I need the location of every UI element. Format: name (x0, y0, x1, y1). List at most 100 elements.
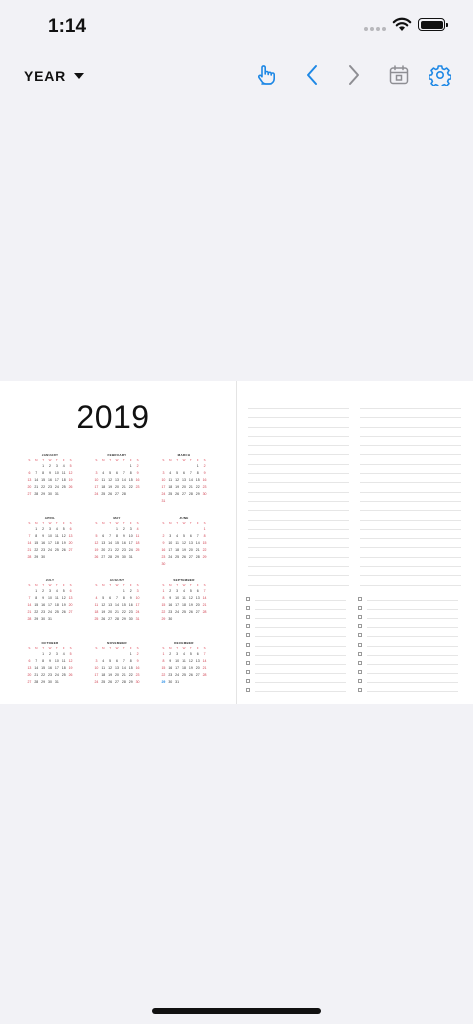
day-cell[interactable]: 15 (114, 540, 121, 547)
checkbox[interactable] (358, 633, 362, 638)
note-line[interactable] (248, 556, 349, 558)
day-cell[interactable]: 5 (187, 588, 194, 595)
day-cell[interactable]: 8 (33, 533, 40, 540)
day-cell[interactable]: 10 (47, 595, 54, 602)
day-cell[interactable]: 4 (134, 526, 141, 533)
day-cell[interactable]: 4 (60, 651, 67, 658)
day-cell[interactable]: 25 (174, 554, 181, 561)
day-cell[interactable]: 17 (93, 484, 100, 491)
day-cell[interactable]: 10 (47, 533, 54, 540)
day-cell[interactable]: 21 (33, 484, 40, 491)
day-cell[interactable]: 7 (194, 533, 201, 540)
day-cell[interactable]: 7 (187, 470, 194, 477)
note-line[interactable] (248, 417, 349, 419)
day-cell[interactable]: 27 (181, 491, 188, 498)
month-january[interactable]: JANUARY S M T W T F S 1 2 3 4 5 6 7 8 9 10 11 12 13 14 15 16 17 1… (26, 453, 74, 498)
day-cell[interactable]: 23 (40, 547, 47, 554)
day-cell[interactable]: 3 (127, 526, 134, 533)
day-cell[interactable]: 12 (67, 470, 74, 477)
day-cell[interactable]: 7 (120, 658, 127, 665)
day-cell[interactable]: 22 (33, 609, 40, 616)
day-cell[interactable]: 26 (107, 679, 114, 686)
day-cell[interactable]: 5 (67, 463, 74, 470)
day-cell[interactable]: 20 (187, 547, 194, 554)
day-cell[interactable]: 8 (127, 658, 134, 665)
day-cell[interactable]: 2 (201, 463, 208, 470)
day-cell[interactable]: 1 (127, 651, 134, 658)
day-cell[interactable]: 18 (100, 484, 107, 491)
day-cell[interactable]: 19 (107, 672, 114, 679)
note-line[interactable] (248, 491, 349, 493)
checkbox[interactable] (246, 688, 250, 693)
note-line[interactable] (248, 408, 349, 409)
note-line[interactable] (248, 463, 349, 465)
day-cell[interactable]: 21 (194, 547, 201, 554)
day-cell[interactable]: 5 (107, 470, 114, 477)
checkbox[interactable] (246, 615, 250, 620)
day-cell[interactable]: 6 (194, 651, 201, 658)
day-cell[interactable]: 10 (93, 477, 100, 484)
day-cell[interactable]: 20 (67, 602, 74, 609)
note-line[interactable] (360, 510, 461, 512)
day-cell[interactable]: 18 (134, 540, 141, 547)
day-cell[interactable]: 30 (47, 679, 54, 686)
day-cell[interactable]: 1 (40, 463, 47, 470)
day-cell[interactable]: 26 (187, 672, 194, 679)
day-cell[interactable]: 9 (160, 540, 167, 547)
day-cell[interactable]: 27 (114, 491, 121, 498)
day-cell[interactable]: 23 (167, 672, 174, 679)
day-cell[interactable]: 13 (107, 602, 114, 609)
day-cell[interactable]: 29 (33, 554, 40, 561)
day-cell[interactable]: 4 (60, 463, 67, 470)
day-cell[interactable]: 22 (160, 672, 167, 679)
day-cell[interactable]: 16 (40, 540, 47, 547)
day-cell[interactable]: 19 (174, 484, 181, 491)
previous-button[interactable] (299, 62, 325, 88)
day-cell[interactable]: 1 (114, 526, 121, 533)
note-line[interactable] (360, 584, 461, 586)
day-cell[interactable]: 9 (201, 470, 208, 477)
note-line[interactable] (360, 566, 461, 568)
day-cell[interactable]: 22 (40, 672, 47, 679)
day-cell[interactable]: 25 (53, 609, 60, 616)
day-cell[interactable]: 27 (100, 554, 107, 561)
day-cell[interactable]: 18 (53, 602, 60, 609)
day-cell[interactable]: 31 (174, 679, 181, 686)
day-cell[interactable]: 10 (53, 470, 60, 477)
day-cell[interactable]: 15 (33, 540, 40, 547)
day-cell[interactable]: 15 (127, 477, 134, 484)
day-cell[interactable]: 4 (53, 526, 60, 533)
day-cell[interactable]: 2 (134, 463, 141, 470)
day-cell[interactable]: 27 (26, 491, 33, 498)
day-cell[interactable]: 22 (127, 672, 134, 679)
day-cell[interactable]: 29 (114, 554, 121, 561)
day-cell[interactable]: 17 (53, 665, 60, 672)
day-cell[interactable]: 6 (114, 470, 121, 477)
day-cell[interactable]: 26 (181, 554, 188, 561)
day-cell[interactable]: 30 (40, 554, 47, 561)
todo-line[interactable] (367, 681, 458, 683)
day-cell[interactable]: 17 (174, 602, 181, 609)
day-cell[interactable]: 17 (174, 665, 181, 672)
day-cell[interactable]: 2 (167, 651, 174, 658)
checkbox[interactable] (358, 678, 362, 683)
note-line[interactable] (248, 500, 349, 502)
day-cell[interactable]: 3 (174, 651, 181, 658)
todo-line[interactable] (255, 654, 346, 656)
todo-line[interactable] (255, 645, 346, 647)
todo-line[interactable] (255, 609, 346, 611)
day-cell[interactable]: 3 (47, 588, 54, 595)
todo-line[interactable] (367, 691, 458, 693)
day-cell[interactable]: 1 (160, 651, 167, 658)
day-cell[interactable]: 16 (127, 602, 134, 609)
note-line[interactable] (360, 519, 461, 521)
day-cell[interactable]: 24 (127, 547, 134, 554)
day-cell[interactable]: 15 (40, 477, 47, 484)
day-cell[interactable]: 30 (47, 491, 54, 498)
todo-line[interactable] (255, 681, 346, 683)
day-cell[interactable]: 6 (26, 470, 33, 477)
day-cell[interactable]: 24 (174, 609, 181, 616)
day-cell[interactable]: 15 (40, 665, 47, 672)
note-line[interactable] (248, 510, 349, 512)
day-cell[interactable]: 22 (194, 484, 201, 491)
